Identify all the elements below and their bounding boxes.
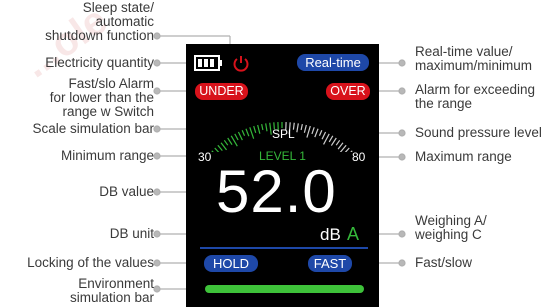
scale-tick (220, 142, 227, 151)
scale-tick (265, 123, 268, 132)
scale-tick (311, 127, 315, 135)
scale-tick (249, 127, 255, 139)
scale-tick (296, 123, 299, 133)
scale-tick (261, 123, 264, 131)
scale-tick (303, 124, 307, 133)
scale-tick (314, 128, 319, 138)
label-spl: Sound pressure level (415, 125, 542, 140)
label-env-bar: Environment simulation bar (69, 276, 154, 305)
label-max-range: Maximum range (415, 149, 512, 164)
scale-tick (245, 128, 250, 137)
environment-bar-fill (205, 285, 364, 293)
scale-tick (241, 130, 246, 137)
scale-tick (335, 139, 341, 146)
battery-icon (194, 55, 222, 71)
under-badge: UNDER (195, 83, 248, 100)
scale-tick (269, 122, 272, 135)
label-fast-slow: Fast/slow (415, 255, 473, 270)
label-db-value: DB value (99, 184, 154, 199)
environment-bar-track (205, 285, 364, 293)
scale-tick (330, 137, 337, 146)
label-min-range: Minimum range (60, 148, 154, 163)
scale-tick (253, 125, 257, 133)
scale-tick (328, 135, 334, 143)
label-sleep-state: Sleep state/automatic shutdown function (45, 0, 154, 43)
meter-screen: Real-time UNDER OVER SPL 30 LEVEL 1 80 5… (186, 44, 379, 307)
scale-tick (223, 139, 229, 146)
hold-badge: HOLD (204, 255, 258, 272)
min-range-value: 30 (198, 150, 212, 164)
spl-label: SPL (272, 127, 295, 141)
db-reading: 52.0 (216, 158, 337, 225)
scale-tick (211, 150, 214, 152)
scale-tick (306, 125, 311, 138)
divider-line (200, 247, 368, 249)
scale-tick (300, 123, 303, 131)
scale-tick (344, 147, 350, 152)
weighting-indicator: A (347, 224, 360, 244)
scale-tick (237, 131, 243, 141)
label-scale-bar: Scale simulation bar (32, 121, 154, 136)
scale-tick (227, 137, 233, 146)
scale-tick (337, 142, 344, 150)
db-unit: dB (320, 225, 341, 244)
over-badge: OVER (326, 83, 370, 100)
scale-tick (257, 124, 261, 134)
scale-tick (318, 130, 323, 137)
label-realtime: Real-time value/maximum/minimum (415, 44, 533, 73)
label-electricity: Electricity quantity (45, 55, 154, 70)
label-locking: Locking of the values (27, 255, 154, 270)
label-alarm-low: Fast/slo Alarm for lower than the range w … (49, 76, 154, 119)
scale-tick (234, 133, 239, 141)
label-db-unit: DB unit (109, 226, 154, 241)
power-icon (233, 56, 249, 72)
scale-tick (217, 144, 223, 152)
label-weighing: Weighing A/weighing C (415, 213, 487, 242)
fast-badge: FAST (308, 255, 352, 272)
realtime-badge: Real-time (297, 54, 369, 71)
scale-tick (321, 131, 327, 140)
max-range-value: 80 (352, 150, 366, 164)
label-alarm-high: Alarm for exceeding the range (415, 82, 536, 111)
